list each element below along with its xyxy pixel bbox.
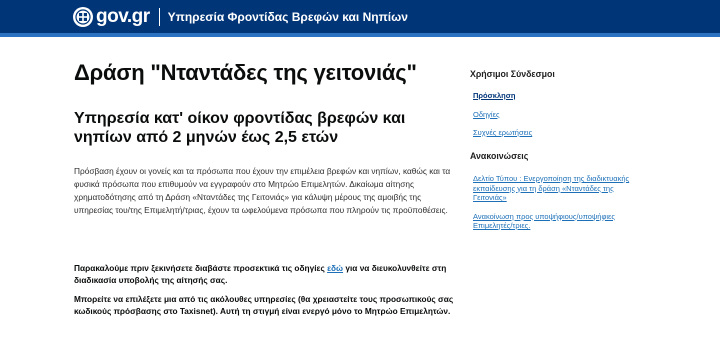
top-header: gov.gr Υπηρεσία Φροντίδας Βρεφών και Νηπ… — [0, 0, 720, 33]
page-title: Δράση "Νταντάδες της γειτονιάς" — [74, 60, 417, 85]
announcements-title: Ανακοινώσεις — [470, 151, 529, 161]
press-release-link[interactable]: Δελτίο Τύπου : Ενεργοποίηση της διαδικτυ… — [473, 174, 629, 202]
useful-links-title: Χρήσιμοι Σύνδεσμοι — [470, 69, 555, 79]
candidates-announcement-link[interactable]: Ανακοίνωση προς υποψήφιους/υποψήφιες Επι… — [473, 212, 615, 231]
link-item: Οδηγίες — [473, 110, 532, 119]
service-name[interactable]: Υπηρεσία Φροντίδας Βρεφών και Νηπίων — [168, 10, 408, 24]
announcements-list: Δελτίο Τύπου : Ενεργοποίηση της διαδικτυ… — [473, 174, 643, 240]
logo-text: gov.gr — [96, 6, 150, 27]
link-item: Συχνές ερωτήσεις — [473, 128, 532, 137]
useful-links-list: Πρόσκληση Οδηγίες Συχνές ερωτήσεις — [473, 91, 532, 147]
instructions-link[interactable]: εδώ — [327, 263, 343, 273]
govgr-logo[interactable]: gov.gr — [73, 6, 150, 27]
main-area: Δράση "Νταντάδες της γειτονιάς" Υπηρεσία… — [0, 37, 720, 354]
invitation-link[interactable]: Πρόσκληση — [473, 91, 515, 100]
link-item: Πρόσκληση — [473, 91, 532, 100]
header-divider — [158, 7, 160, 26]
faq-link[interactable]: Συχνές ερωτήσεις — [473, 128, 532, 137]
options-text: Μπορείτε να επιλέξετε μια από τις ακόλου… — [74, 294, 454, 316]
greek-emblem-icon — [73, 6, 93, 27]
announcement-item: Δελτίο Τύπου : Ενεργοποίηση της διαδικτυ… — [473, 174, 643, 203]
instructions-notice: Παρακαλούμε πριν ξεκινήσετε διαβάστε προ… — [74, 263, 454, 286]
intro-text: Πρόσβαση έχουν οι γονείς και τα πρόσωπα … — [74, 166, 451, 215]
page-subtitle: Υπηρεσία κατ' οίκον φροντίδας βρεφών και… — [74, 110, 406, 146]
notice-text-before: Παρακαλούμε πριν ξεκινήσετε διαβάστε προ… — [74, 263, 328, 273]
announcement-item: Ανακοίνωση προς υποψήφιους/υποψήφιες Επι… — [473, 212, 643, 231]
guidelines-link[interactable]: Οδηγίες — [473, 110, 500, 119]
